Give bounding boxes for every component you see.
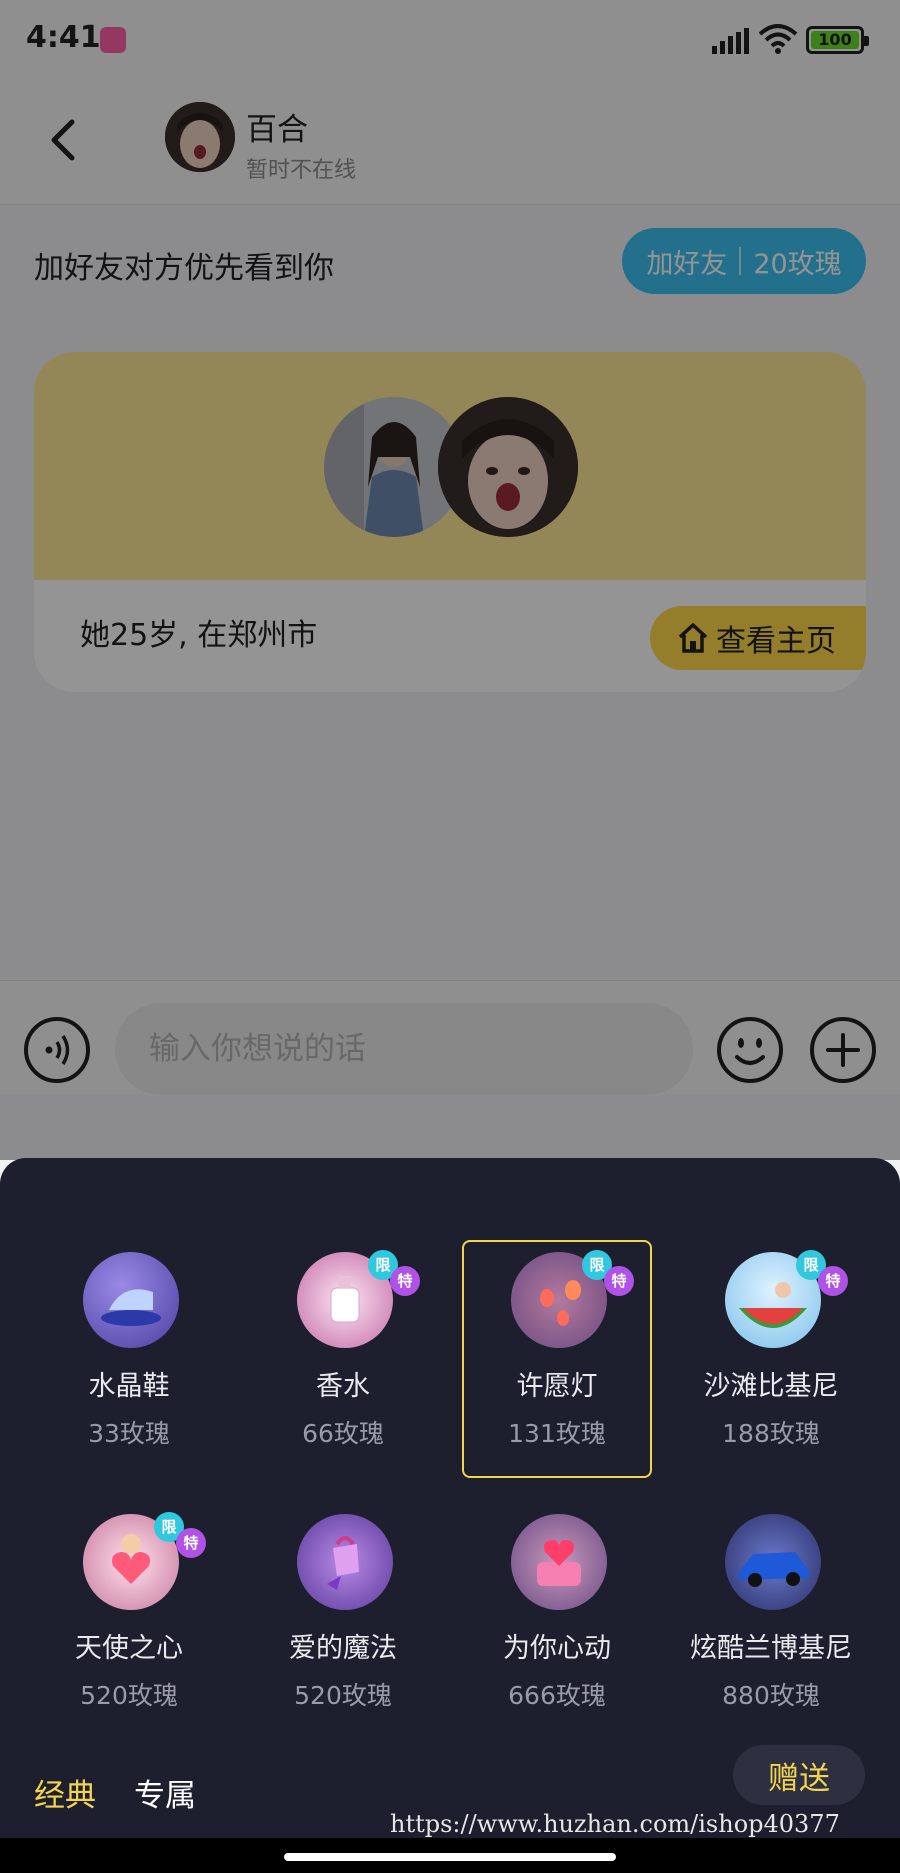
gift-item-wish-lantern[interactable]: 限 特 许愿灯 131玫瑰 [462, 1240, 652, 1478]
gift-price: 520玫瑰 [294, 1681, 392, 1710]
gift-item-crystal-shoe[interactable]: 水晶鞋 33玫瑰 [34, 1240, 224, 1478]
gift-name: 天使之心 [75, 1633, 183, 1664]
modal-dim-overlay[interactable] [0, 0, 900, 1160]
lamborghini-icon [725, 1514, 821, 1610]
gift-name: 沙滩比基尼 [703, 1371, 839, 1402]
heartbeat-gift-icon [511, 1514, 607, 1610]
tab-classic[interactable]: 经典 [34, 1770, 96, 1815]
gift-price: 880玫瑰 [722, 1681, 820, 1710]
special-badge: 特 [818, 1266, 848, 1296]
watermark-url: https://www.huzhan.com/ishop40377 [390, 1810, 840, 1838]
gift-item-angel-heart[interactable]: 限 特 天使之心 520玫瑰 [34, 1502, 224, 1740]
special-badge: 特 [604, 1266, 634, 1296]
gift-item-love-magic[interactable]: 爱的魔法 520玫瑰 [248, 1502, 438, 1740]
gift-price: 666玫瑰 [508, 1681, 606, 1710]
gift-price: 520玫瑰 [80, 1681, 178, 1710]
gift-name: 爱的魔法 [289, 1633, 397, 1664]
gift-price: 33玫瑰 [88, 1419, 170, 1448]
gift-price: 66玫瑰 [302, 1419, 384, 1448]
gift-name: 为你心动 [503, 1633, 611, 1664]
tab-exclusive[interactable]: 专属 [134, 1770, 196, 1815]
gift-name: 香水 [316, 1371, 370, 1402]
send-gift-button[interactable]: 赠送 [733, 1745, 865, 1805]
gift-price: 131玫瑰 [508, 1419, 606, 1448]
gift-name: 水晶鞋 [88, 1371, 170, 1402]
gift-name: 许愿灯 [516, 1371, 598, 1402]
crystal-shoe-icon [83, 1252, 179, 1348]
gift-item-perfume[interactable]: 限 特 香水 66玫瑰 [248, 1240, 438, 1478]
special-badge: 特 [176, 1528, 206, 1558]
gift-price: 188玫瑰 [722, 1419, 820, 1448]
special-badge: 特 [390, 1266, 420, 1296]
gift-item-lamborghini[interactable]: 炫酷兰博基尼 880玫瑰 [676, 1502, 866, 1740]
gift-name: 炫酷兰博基尼 [690, 1633, 852, 1664]
love-magic-icon [297, 1514, 393, 1610]
home-indicator[interactable] [284, 1853, 616, 1861]
gift-item-heartbeat[interactable]: 为你心动 666玫瑰 [462, 1502, 652, 1740]
gift-item-beach-bikini[interactable]: 限 特 沙滩比基尼 188玫瑰 [676, 1240, 866, 1478]
